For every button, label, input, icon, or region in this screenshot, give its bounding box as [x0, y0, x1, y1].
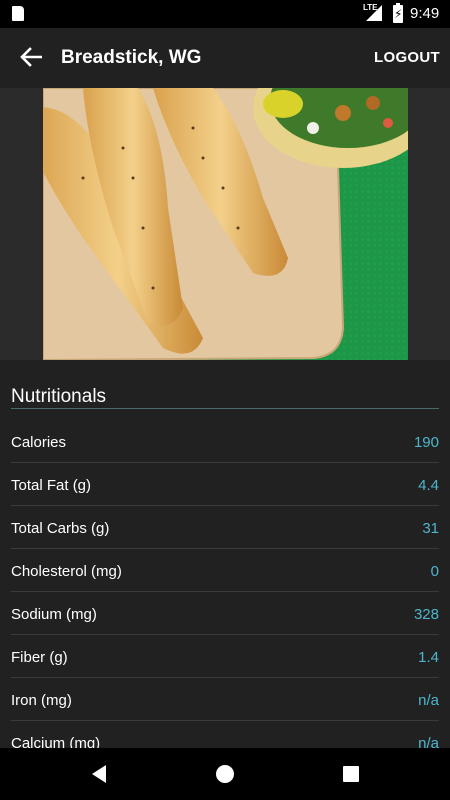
nutrition-value: n/a — [418, 735, 439, 748]
nutrition-value: 4.4 — [418, 477, 439, 494]
page-title: Breadstick, WG — [61, 47, 202, 68]
nutrition-label: Calcium (mg) — [11, 735, 101, 748]
app-bar: Breadstick, WG LOGOUT — [0, 28, 450, 88]
nutrition-value: 190 — [413, 434, 439, 451]
nutrition-value: 31 — [422, 520, 439, 537]
nutrition-value: 328 — [413, 606, 439, 623]
nutrition-row-total-fat: Total Fat (g) 4.4 — [11, 463, 439, 506]
nutrition-label: Iron (mg) — [11, 692, 72, 709]
nutrition-label: Total Carbs (g) — [11, 520, 110, 537]
hero-image-container — [0, 88, 450, 360]
nutrition-value: 1.4 — [418, 649, 439, 666]
nutrition-row-calories: Calories 190 — [11, 420, 439, 463]
nutrition-value: 0 — [430, 563, 439, 580]
recents-square-icon[interactable] — [337, 760, 365, 788]
nutrition-row-total-carbs: Total Carbs (g) 31 — [11, 506, 439, 549]
signal-icon — [366, 5, 382, 21]
nutrition-list: Calories 190 Total Fat (g) 4.4 Total Car… — [0, 420, 450, 748]
back-triangle-icon[interactable] — [85, 760, 113, 788]
home-circle-icon[interactable] — [211, 760, 239, 788]
battery-charging-icon: ⚡ — [393, 3, 403, 23]
nutrition-label: Total Fat (g) — [11, 477, 92, 494]
arrow-back-icon[interactable] — [14, 40, 48, 74]
nutrition-value: n/a — [418, 692, 439, 709]
system-nav-bar — [0, 748, 450, 800]
nutrition-row-iron: Iron (mg) n/a — [11, 678, 439, 721]
nutrition-label: Cholesterol (mg) — [11, 563, 122, 580]
nutrition-label: Sodium (mg) — [11, 606, 97, 623]
nutrition-row-cholesterol: Cholesterol (mg) 0 — [11, 549, 439, 592]
nutrition-label: Calories — [11, 434, 67, 451]
breadsticks-photo — [43, 88, 408, 360]
nutrition-row-calcium: Calcium (mg) n/a — [11, 721, 439, 748]
nutrition-label: Fiber (g) — [11, 649, 68, 666]
nutrition-row-fiber: Fiber (g) 1.4 — [11, 635, 439, 678]
logout-button[interactable]: LOGOUT — [374, 49, 440, 66]
sd-card-icon — [12, 6, 24, 21]
nutrition-section: Nutritionals Calories 190 Total Fat (g) … — [0, 360, 450, 748]
section-divider — [11, 408, 439, 409]
section-heading: Nutritionals — [11, 386, 107, 407]
nutrition-row-sodium: Sodium (mg) 328 — [11, 592, 439, 635]
status-time: 9:49 — [410, 5, 440, 22]
status-bar: LTE ⚡ 9:49 — [0, 0, 450, 28]
